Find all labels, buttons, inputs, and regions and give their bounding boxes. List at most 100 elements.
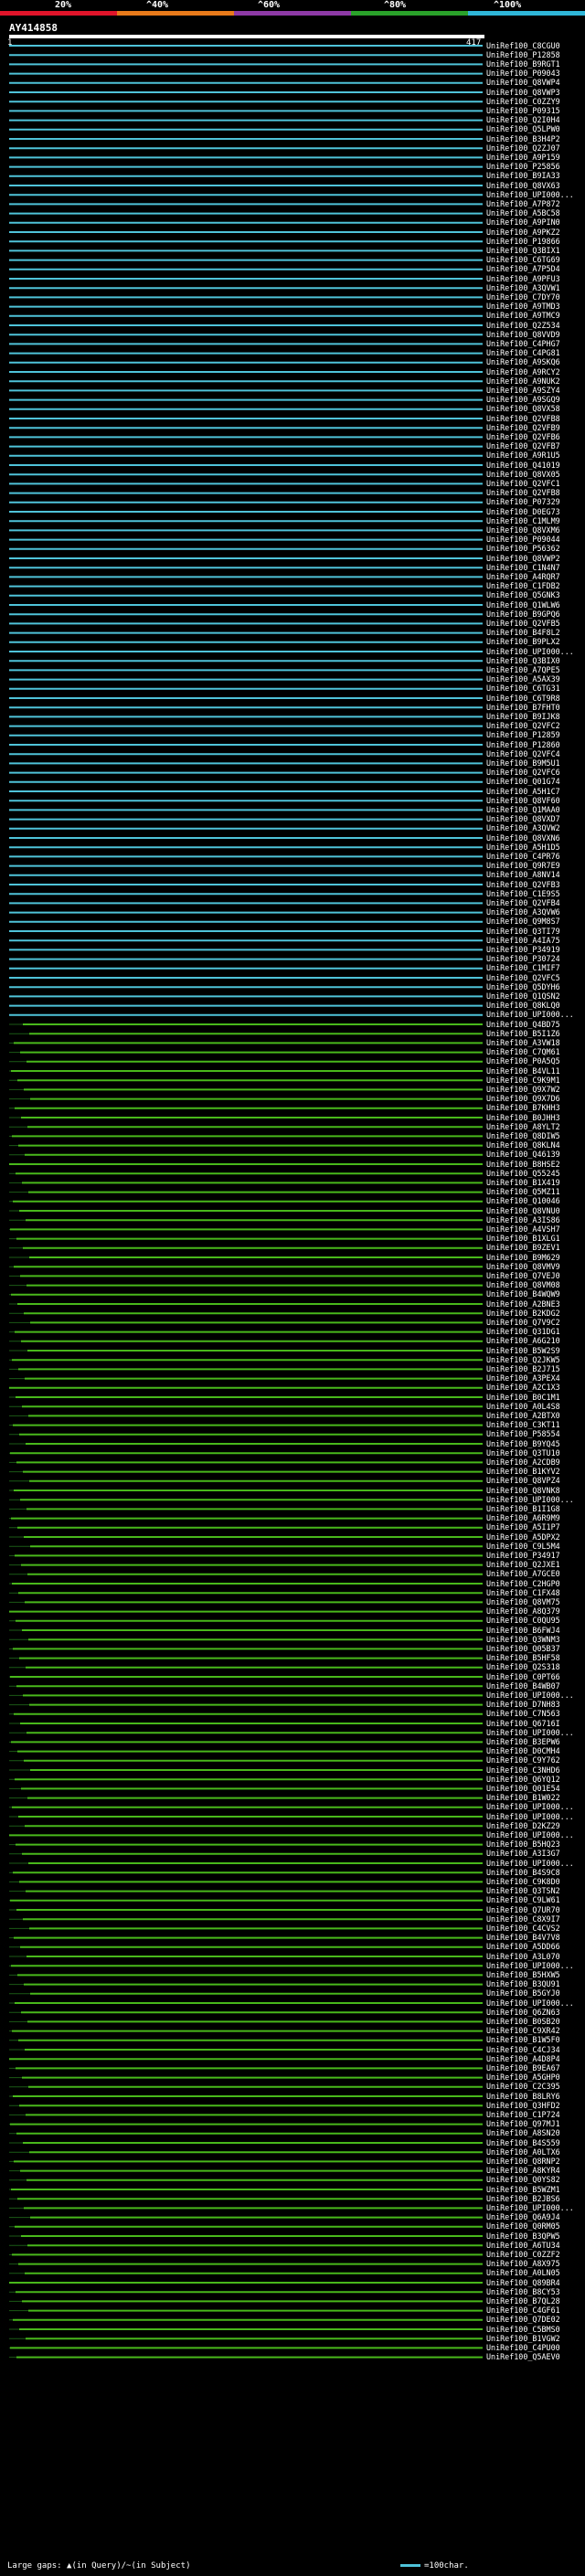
hit-label[interactable]: UniRef100_A7QPE5 [486,665,560,674]
hit-label[interactable]: UniRef100_Q89BR4 [486,2278,560,2287]
hit-label[interactable]: UniRef100_B5HF58 [486,1654,560,1662]
hit-label[interactable]: UniRef100_Q7VEJ0 [486,1271,560,1280]
hit-label[interactable]: UniRef100_C4PHG7 [486,339,560,348]
hit-label[interactable]: UniRef100_B3EPW6 [486,1737,560,1746]
hit-label[interactable]: UniRef100_C9Y762 [486,1756,560,1765]
hit-label[interactable]: UniRef100_P09044 [486,535,560,544]
hit-label[interactable]: UniRef100_P09043 [486,69,560,78]
hit-label[interactable]: UniRef100_P30724 [486,955,560,963]
hit-label[interactable]: UniRef100_A7P5D4 [486,265,560,273]
hit-label[interactable]: UniRef100_C0QU95 [486,1617,560,1625]
hit-label[interactable]: UniRef100_Q3TU10 [486,1448,560,1458]
hit-label[interactable]: UniRef100_Q8VPZ4 [486,1477,560,1485]
hit-label[interactable]: UniRef100_P12859 [486,731,560,739]
hit-label[interactable]: UniRef100_A9TMC9 [486,312,560,320]
hit-label[interactable]: UniRef100_B1W5F0 [486,2036,560,2044]
hit-label[interactable]: UniRef100_A9P159 [486,153,560,162]
hit-label[interactable]: UniRef100_P34919 [486,945,560,954]
hit-label[interactable]: UniRef100_A3I3G7 [486,1850,560,1858]
hit-label[interactable]: UniRef100_B9IJK8 [486,712,560,721]
hit-label[interactable]: UniRef100_Q8VF60 [486,796,560,805]
hit-label[interactable]: UniRef100_B5WZM1 [486,2185,560,2194]
hit-label[interactable]: UniRef100_B2J715 [486,1364,560,1373]
hit-label[interactable]: UniRef100_A2BTX0 [486,1411,560,1420]
hit-label[interactable]: UniRef100_B9PLX2 [486,638,560,646]
hit-label[interactable]: UniRef100_Q7V9C2 [486,1318,560,1327]
hit-label[interactable]: UniRef100_A7P872 [486,199,560,208]
hit-label[interactable]: UniRef100_Q05B37 [486,1644,560,1653]
hit-label[interactable]: UniRef100_Q8VWP4 [486,79,560,87]
hit-label[interactable]: UniRef100_A5AX39 [486,675,560,684]
hit-label[interactable]: UniRef100_UPI000... [486,647,574,656]
hit-label[interactable]: UniRef100_B9IA33 [486,172,560,180]
hit-label[interactable]: UniRef100_A4IA75 [486,936,560,945]
hit-label[interactable]: UniRef100_A9R1U5 [486,451,560,460]
hit-label[interactable]: UniRef100_B4WB07 [486,1681,560,1691]
hit-label[interactable]: UniRef100_B9RGT1 [486,59,560,69]
hit-label[interactable]: UniRef100_A3L070 [486,1952,560,1961]
hit-label[interactable]: UniRef100_Q2VFB7 [486,442,560,451]
hit-label[interactable]: UniRef100_Q0YS82 [486,2176,560,2184]
hit-label[interactable]: UniRef100_B7FHT0 [486,703,560,712]
hit-label[interactable]: UniRef100_C4GF61 [486,2306,560,2315]
hit-label[interactable]: UniRef100_C2C395 [486,2083,560,2091]
hit-label[interactable]: UniRef100_UPI000... [486,1495,574,1504]
hit-label[interactable]: UniRef100_A4RQR7 [486,572,560,581]
hit-label[interactable]: UniRef100_Q8VXM6 [486,525,560,535]
hit-label[interactable]: UniRef100_B3QU91 [486,1980,560,1988]
hit-label[interactable]: UniRef100_C2HGP0 [486,1579,560,1588]
hit-label[interactable]: UniRef100_A5BC58 [486,209,560,217]
hit-label[interactable]: UniRef100_B5HQ23 [486,1840,560,1849]
hit-label[interactable]: UniRef100_A7GCE0 [486,1570,560,1578]
hit-label[interactable]: UniRef100_C3NHD6 [486,1765,560,1775]
hit-label[interactable]: UniRef100_Q3TSN2 [486,1887,560,1895]
hit-label[interactable]: UniRef100_B1XLG1 [486,1235,560,1243]
hit-label[interactable]: UniRef100_C1MIF7 [486,964,560,972]
hit-label[interactable]: UniRef100_A5GHP0 [486,2073,560,2082]
hit-label[interactable]: UniRef100_C7DY70 [486,292,560,302]
hit-label[interactable]: UniRef100_A2BNE3 [486,1299,560,1309]
hit-label[interactable]: UniRef100_P58554 [486,1430,560,1438]
hit-label[interactable]: UniRef100_B4S9C8 [486,1868,560,1877]
hit-label[interactable]: UniRef100_A8YLT2 [486,1122,560,1131]
hit-label[interactable]: UniRef100_Q2VFC4 [486,749,560,758]
hit-label[interactable]: UniRef100_Q8VVD9 [486,330,560,339]
hit-label[interactable]: UniRef100_Q10046 [486,1197,560,1205]
hit-label[interactable]: UniRef100_A9TMD3 [486,302,560,311]
hit-label[interactable]: UniRef100_B4WQW9 [486,1290,560,1299]
hit-label[interactable]: UniRef100_Q31DG1 [486,1328,560,1336]
hit-label[interactable]: UniRef100_Q2VFC1 [486,479,560,488]
hit-label[interactable]: UniRef100_B9M5U1 [486,758,560,768]
hit-label[interactable]: UniRef100_Q8VWP2 [486,554,560,563]
hit-label[interactable]: UniRef100_Q3BIX1 [486,246,560,255]
hit-label[interactable]: UniRef100_C4PR76 [486,852,560,861]
hit-label[interactable]: UniRef100_A9PKZ2 [486,228,560,237]
hit-label[interactable]: UniRef100_B4VL11 [486,1066,560,1076]
hit-label[interactable]: UniRef100_Q2JKW5 [486,1355,560,1364]
hit-label[interactable]: UniRef100_Q8VM08 [486,1281,560,1289]
hit-label[interactable]: UniRef100_Q8VX05 [486,470,560,479]
hit-label[interactable]: UniRef100_Q9R7E9 [486,862,560,870]
hit-label[interactable]: UniRef100_C1N4N7 [486,563,560,572]
hit-label[interactable]: UniRef100_B4V7V8 [486,1934,560,1942]
hit-label[interactable]: UniRef100_C1E9S5 [486,889,560,898]
hit-label[interactable]: UniRef100_Q01E54 [486,1784,560,1793]
hit-label[interactable]: UniRef100_A8Q379 [486,1607,560,1616]
hit-label[interactable]: UniRef100_Q2Z534 [486,321,560,330]
hit-label[interactable]: UniRef100_Q46139 [486,1150,560,1159]
hit-label[interactable]: UniRef100_A8X975 [486,2260,560,2268]
hit-label[interactable]: UniRef100_B9YQ45 [486,1439,560,1448]
hit-label[interactable]: UniRef100_Q8KLN4 [486,1141,560,1150]
hit-label[interactable]: UniRef100_C9K9M1 [486,1076,560,1085]
hit-label[interactable]: UniRef100_Q3HFD2 [486,2101,560,2110]
hit-label[interactable]: UniRef100_A5H1D5 [486,843,560,852]
hit-label[interactable]: UniRef100_A9NUK2 [486,376,560,386]
hit-label[interactable]: UniRef100_Q3TI79 [486,927,560,936]
hit-label[interactable]: UniRef100_UPI000... [486,1961,574,1970]
hit-label[interactable]: UniRef100_Q2VFB6 [486,432,560,441]
hit-label[interactable]: UniRef100_Q8VXD7 [486,815,560,823]
hit-label[interactable]: UniRef100_C3KT11 [486,1421,560,1429]
hit-label[interactable]: UniRef100_UPI000... [486,2203,574,2212]
hit-label[interactable]: UniRef100_Q9X7W2 [486,1085,560,1094]
hit-label[interactable]: UniRef100_A9PFU3 [486,274,560,283]
